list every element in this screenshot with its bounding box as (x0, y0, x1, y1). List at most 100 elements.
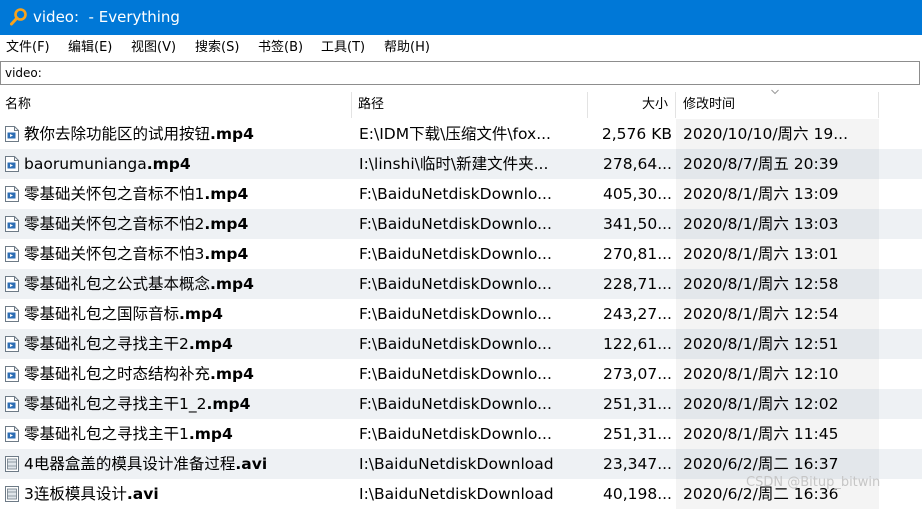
file-extension: .mp4 (146, 155, 191, 173)
table-row[interactable]: 零基础礼包之寻找主干1_2.mp4 F:\BaiduNetdiskDownlo..… (0, 389, 922, 419)
table-row[interactable]: 零基础礼包之时态结构补充.mp4 F:\BaiduNetdiskDownlo...… (0, 359, 922, 389)
file-modified: 2020/8/1/周六 13:01 (676, 239, 879, 269)
avi-file-icon (5, 486, 19, 502)
watermark: CSDN @Bitup_bitwin (746, 475, 881, 490)
file-modified: 2020/10/10/周六 19... (676, 119, 879, 149)
column-divider[interactable] (878, 92, 879, 118)
video-file-icon (5, 426, 19, 442)
file-size: 278,64... (602, 155, 672, 173)
file-size: 251,31... (602, 395, 672, 413)
title-bar: video: - Everything (0, 0, 922, 35)
file-extension: .mp4 (204, 215, 249, 233)
menu-view[interactable]: 视图(V) (131, 39, 176, 56)
file-name: 零基础礼包之时态结构补充.mp4 (24, 359, 350, 389)
video-file-icon (5, 216, 19, 232)
file-extension: .mp4 (204, 185, 249, 203)
table-row[interactable]: 零基础关怀包之音标不怕1.mp4 F:\BaiduNetdiskDownlo...… (0, 179, 922, 209)
file-extension: .mp4 (188, 335, 233, 353)
file-name: 教你去除功能区的试用按钮.mp4 (24, 119, 350, 149)
video-file-icon (5, 396, 19, 412)
video-file-icon (5, 156, 19, 172)
file-extension: .mp4 (179, 305, 223, 323)
file-extension: .avi (235, 455, 268, 473)
file-name: 零基础礼包之寻找主干2.mp4 (24, 329, 350, 359)
file-extension: .mp4 (210, 365, 254, 383)
table-row[interactable]: baorumuniangа.mp4 I:\linshi\临时\新建文件夹... 27… (0, 149, 922, 179)
file-base-name: 零基础礼包之寻找主干1 (24, 425, 189, 443)
file-name: 零基础关怀包之音标不怕3.mp4 (24, 239, 350, 269)
file-base-name: 4电器盒盖的模具设计准备过程 (24, 455, 236, 473)
video-file-icon (5, 186, 19, 202)
column-header-path[interactable]: 路径 (358, 91, 578, 119)
magnifier-icon (10, 8, 27, 26)
file-size: 2,576 KB (601, 125, 672, 143)
video-file-icon (5, 336, 19, 352)
file-name: 零基础关怀包之音标不怕1.mp4 (24, 179, 350, 209)
column-header-name[interactable]: 名称 (5, 91, 345, 119)
menu-bar: 文件(F) 编辑(E) 视图(V) 搜索(S) 书签(B) 工具(T) 帮助(H… (0, 35, 922, 60)
file-modified: 2020/8/1/周六 12:10 (676, 359, 879, 389)
file-base-name: 零基础礼包之寻找主干1_2 (24, 395, 207, 413)
file-extension: .mp4 (204, 245, 249, 263)
file-base-name: 3连板模具设计 (24, 485, 127, 503)
menu-tools[interactable]: 工具(T) (321, 39, 365, 56)
file-modified: 2020/8/1/周六 12:51 (676, 329, 879, 359)
file-size: 23,347... (602, 455, 672, 473)
menu-file[interactable]: 文件(F) (6, 39, 50, 56)
file-path: F:\BaiduNetdiskDownlo... (359, 275, 552, 293)
file-name: 零基础礼包之国际音标.mp4 (24, 299, 350, 329)
menu-help[interactable]: 帮助(H) (384, 39, 430, 56)
file-base-name: 零基础关怀包之音标不怕1 (24, 185, 205, 203)
file-base-name: 零基础礼包之时态结构补充 (24, 365, 211, 383)
table-row[interactable]: 零基础礼包之公式基本概念.mp4 F:\BaiduNetdiskDownlo...… (0, 269, 922, 299)
file-extension: .mp4 (188, 425, 233, 443)
video-file-icon (5, 306, 19, 322)
table-row[interactable]: 教你去除功能区的试用按钮.mp4 E:\IDM下载\压缩文件\fox... 2,57… (0, 119, 922, 149)
video-file-icon (5, 246, 19, 262)
table-row[interactable]: 零基础关怀包之音标不怕3.mp4 F:\BaiduNetdiskDownlo...… (0, 239, 922, 269)
avi-file-icon (5, 456, 19, 472)
menu-bookmarks[interactable]: 书签(B) (258, 39, 303, 56)
file-base-name: 教你去除功能区的试用按钮 (24, 125, 211, 143)
window-title: video: - Everything (33, 8, 180, 26)
table-row[interactable]: 零基础礼包之寻找主干2.mp4 F:\BaiduNetdiskDownlo... 1… (0, 329, 922, 359)
file-base-name: 零基础关怀包之音标不怕3 (24, 245, 205, 263)
table-row[interactable]: 零基础关怀包之音标不怕2.mp4 F:\BaiduNetdiskDownlo...… (0, 209, 922, 239)
file-base-name: 零基础关怀包之音标不怕2 (24, 215, 205, 233)
column-header-row: 名称 路径 大小 修改时间 (0, 89, 922, 119)
table-row[interactable]: 零基础礼包之国际音标.mp4 F:\BaiduNetdiskDownlo... 24… (0, 299, 922, 329)
column-header-modified[interactable]: 修改时间 (683, 91, 873, 119)
table-row[interactable]: 零基础礼包之寻找主干1.mp4 F:\BaiduNetdiskDownlo... 2… (0, 419, 922, 449)
file-size: 405,30... (602, 185, 672, 203)
file-modified: 2020/8/1/周六 13:09 (676, 179, 879, 209)
menu-search[interactable]: 搜索(S) (195, 39, 239, 56)
file-extension: .avi (126, 485, 159, 503)
file-path: F:\BaiduNetdiskDownlo... (359, 185, 552, 203)
file-modified: 2020/8/1/周六 12:54 (676, 299, 879, 329)
file-base-name: 零基础礼包之公式基本概念 (24, 275, 211, 293)
column-divider[interactable] (675, 92, 676, 118)
file-name: 零基础礼包之寻找主干1_2.mp4 (24, 389, 350, 419)
file-name: 零基础礼包之寻找主干1.mp4 (24, 419, 350, 449)
file-base-name: baorumuniangа (24, 155, 147, 173)
menu-edit[interactable]: 编辑(E) (68, 39, 112, 56)
file-modified: 2020/8/1/周六 12:02 (676, 389, 879, 419)
file-name: 4电器盒盖的模具设计准备过程.avi (24, 449, 350, 479)
file-size: 273,07... (602, 365, 672, 383)
video-file-icon (5, 366, 19, 382)
file-extension: .mp4 (210, 125, 254, 143)
search-input[interactable]: video: (0, 61, 920, 85)
file-path: F:\BaiduNetdiskDownlo... (359, 215, 552, 233)
column-divider[interactable] (351, 92, 352, 118)
file-extension: .mp4 (210, 275, 254, 293)
video-file-icon (5, 276, 19, 292)
file-size: 341,50... (602, 215, 672, 233)
column-header-size[interactable]: 大小 (588, 91, 668, 119)
sort-descending-icon (771, 89, 779, 95)
file-base-name: 零基础礼包之国际音标 (24, 305, 180, 323)
file-modified: 2020/8/1/周六 13:03 (676, 209, 879, 239)
file-path: I:\BaiduNetdiskDownload (359, 485, 554, 503)
file-path: F:\BaiduNetdiskDownlo... (359, 365, 552, 383)
file-name: 零基础礼包之公式基本概念.mp4 (24, 269, 350, 299)
file-name: baorumuniangа.mp4 (24, 149, 350, 179)
